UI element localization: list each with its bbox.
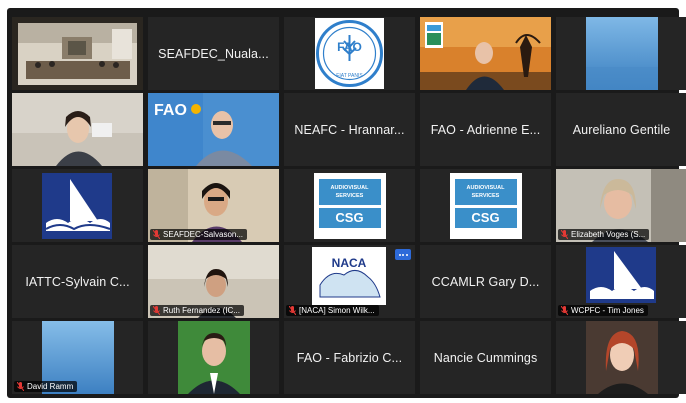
- participant-name: CCAMLR Gary D...: [431, 274, 540, 289]
- participant-name: FAO - Fabrizio C...: [296, 350, 403, 365]
- fao-logo-text: FAO: [337, 40, 362, 54]
- man-suit-video: [148, 321, 279, 394]
- muted-mic-icon: [289, 306, 296, 315]
- participant-tile-nancie-cummings[interactable]: Nancie Cummings: [420, 321, 551, 394]
- participant-tile-ruth-fernandez[interactable]: Ruth Fernandez (IC...: [148, 245, 279, 318]
- muted-mic-icon: [153, 306, 160, 315]
- participant-tile-naca-simon[interactable]: NACA [NACA] Simon Wilk...: [284, 245, 415, 318]
- fao-logo-icon: FAO FIAT PANIS: [315, 18, 384, 89]
- sailboat-logo-icon: [42, 173, 112, 239]
- meeting-room-video: [12, 17, 143, 90]
- participant-tile-elizabeth-voges[interactable]: Elizabeth Voges (S...: [556, 169, 686, 242]
- sky-background-image: [586, 17, 658, 90]
- csg-services-text: AUDIOVISUAL SERVICES: [318, 178, 381, 205]
- fiat-panis-text: FIAT PANIS: [336, 73, 363, 79]
- participant-tile-red-hair-woman[interactable]: [556, 321, 686, 394]
- muted-mic-icon: [17, 382, 24, 391]
- participant-tile-sky-image[interactable]: [556, 17, 686, 90]
- participant-name: Nancie Cummings: [433, 350, 538, 365]
- participant-name: FAO - Adrienne E...: [430, 122, 541, 137]
- participant-grid: SEAFDEC_Nuala... FAO FIAT PANIS FAO NEAF…: [12, 17, 686, 394]
- participant-label: Elizabeth Voges (S...: [558, 229, 650, 240]
- participant-tile-fao-logo[interactable]: FAO FIAT PANIS: [284, 17, 415, 90]
- participant-tile-meeting-room[interactable]: [12, 17, 143, 90]
- zoom-gallery-window: SEAFDEC_Nuala... FAO FIAT PANIS FAO NEAF…: [7, 8, 686, 398]
- woman-headset-video: [12, 93, 143, 166]
- participant-name: Aureliano Gentile: [572, 122, 671, 137]
- participant-name: Elizabeth Voges (S...: [571, 230, 646, 239]
- participant-tile-aureliano-gentile[interactable]: Aureliano Gentile: [556, 93, 686, 166]
- participant-tile-csg-1[interactable]: AUDIOVISUAL SERVICES CSG: [284, 169, 415, 242]
- muted-mic-icon: [153, 230, 160, 239]
- participant-label: WCPFC - Tim Jones: [558, 305, 648, 316]
- participant-name: NEAFC - Hrannar...: [294, 122, 405, 137]
- participant-tile-fao-speaker[interactable]: FAO: [148, 93, 279, 166]
- participant-tile-david-ramm[interactable]: David Ramm: [12, 321, 143, 394]
- participant-tile-wcpfc-tim-jones[interactable]: WCPFC - Tim Jones: [556, 245, 686, 318]
- participant-tile-iattc-sylvain[interactable]: IATTC-Sylvain C...: [12, 245, 143, 318]
- red-hair-woman-video: [556, 321, 686, 394]
- participant-name: SEAFDEC_Nuala...: [158, 46, 269, 61]
- participant-name: IATTC-Sylvain C...: [25, 274, 130, 289]
- participant-label: [NACA] Simon Wilk...: [286, 305, 379, 316]
- participant-name: Ruth Fernandez (IC...: [163, 306, 240, 315]
- csg-text: CSG: [454, 207, 517, 228]
- muted-mic-icon: [561, 230, 568, 239]
- participant-tile-seafdec-salvason[interactable]: SEAFDEC-Salvason...: [148, 169, 279, 242]
- participant-name: David Ramm: [27, 382, 74, 391]
- participant-tile-fao-fabrizio[interactable]: FAO - Fabrizio C...: [284, 321, 415, 394]
- active-speaker-video: [420, 17, 551, 90]
- participant-name: [NACA] Simon Wilk...: [299, 306, 375, 315]
- participant-tile-wcpfc-logo-1[interactable]: [12, 169, 143, 242]
- participant-tile-csg-2[interactable]: AUDIOVISUAL SERVICES CSG: [420, 169, 551, 242]
- csg-services-text: AUDIOVISUAL SERVICES: [454, 178, 517, 205]
- participant-label: Ruth Fernandez (IC...: [150, 305, 244, 316]
- participant-tile-seafdec-nuala[interactable]: SEAFDEC_Nuala...: [148, 17, 279, 90]
- more-options-button[interactable]: [395, 249, 411, 260]
- participant-name: WCPFC - Tim Jones: [571, 306, 644, 315]
- muted-mic-icon: [561, 306, 568, 315]
- csg-text: CSG: [318, 207, 381, 228]
- participant-tile-neafc-hrannar[interactable]: NEAFC - Hrannar...: [284, 93, 415, 166]
- participant-label: David Ramm: [14, 381, 78, 392]
- participant-tile-active-speaker[interactable]: [420, 17, 551, 90]
- fao-speaker-video: FAO: [148, 93, 279, 166]
- participant-tile-fao-adrienne[interactable]: FAO - Adrienne E...: [420, 93, 551, 166]
- naca-logo-text: NACA: [332, 256, 367, 270]
- participant-tile-ccamlr-gary[interactable]: CCAMLR Gary D...: [420, 245, 551, 318]
- participant-tile-woman-headset[interactable]: [12, 93, 143, 166]
- participant-label: SEAFDEC-Salvason...: [150, 229, 248, 240]
- participant-name: SEAFDEC-Salvason...: [163, 230, 244, 239]
- fao-background-text: FAO: [154, 102, 187, 119]
- csg-logo-icon: AUDIOVISUAL SERVICES CSG: [449, 172, 522, 239]
- csg-logo-icon: AUDIOVISUAL SERVICES CSG: [313, 172, 386, 239]
- participant-tile-man-suit[interactable]: [148, 321, 279, 394]
